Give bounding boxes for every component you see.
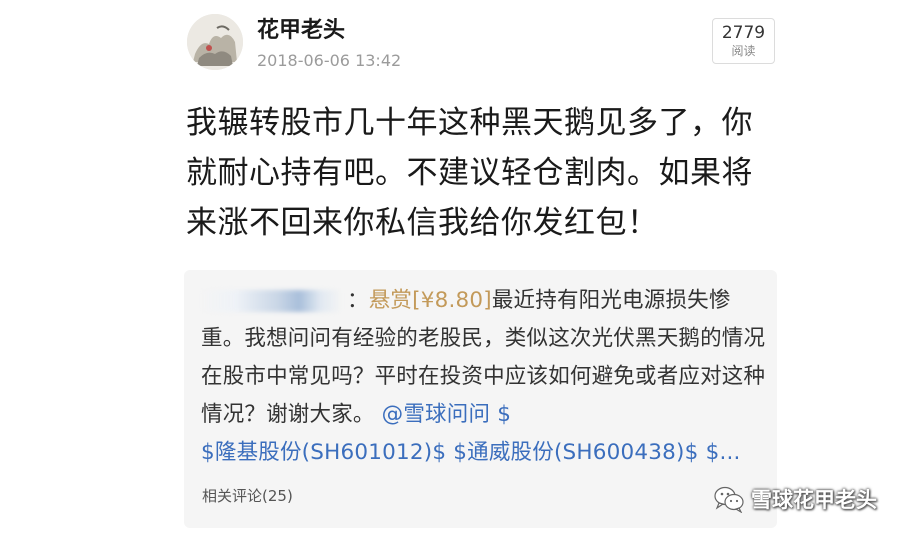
view-count: 2779 [721,23,766,43]
view-count-label: 阅读 [731,44,756,58]
author-name[interactable]: 花甲老头 [257,17,345,45]
avatar[interactable] [187,14,243,70]
post-timestamp: 2018-06-06 13:42 [257,51,402,70]
blurred-username [201,290,341,312]
avatar-image [187,14,243,70]
post-body: 我辗转股市几十年这种黑天鹅见多了，你就耐心持有吧。不建议轻仓割肉。如果将来涨不回… [186,105,753,241]
stock-link-longi[interactable]: $隆基股份(SH601012)$ [201,440,446,465]
watermark-text: 雪球花甲老头 [751,488,877,512]
related-comments-link[interactable]: 相关评论(25) [202,486,293,506]
reward-label: 悬赏[¥8.80] [368,288,492,313]
quoted-post-text: ：悬赏[¥8.80]最近持有阳光电源损失惨重。我想问问有经验的老股民，类似这次光… [201,282,767,472]
stock-link-tongwei[interactable]: $通威股份(SH600438)$ [453,440,698,465]
wechat-icon [714,486,744,513]
view-count-badge: 2779 阅读 [712,18,775,64]
stock-link-more[interactable]: $... [706,440,741,465]
watermark: 雪球花甲老头 [713,483,877,515]
quoted-colon: ： [347,288,369,313]
mention-link[interactable]: @雪球问问 [382,402,491,427]
quoted-post-card[interactable]: ：悬赏[¥8.80]最近持有阳光电源损失惨重。我想问问有经验的老股民，类似这次光… [184,270,777,528]
stock-link-placeholder: $ [497,402,512,427]
